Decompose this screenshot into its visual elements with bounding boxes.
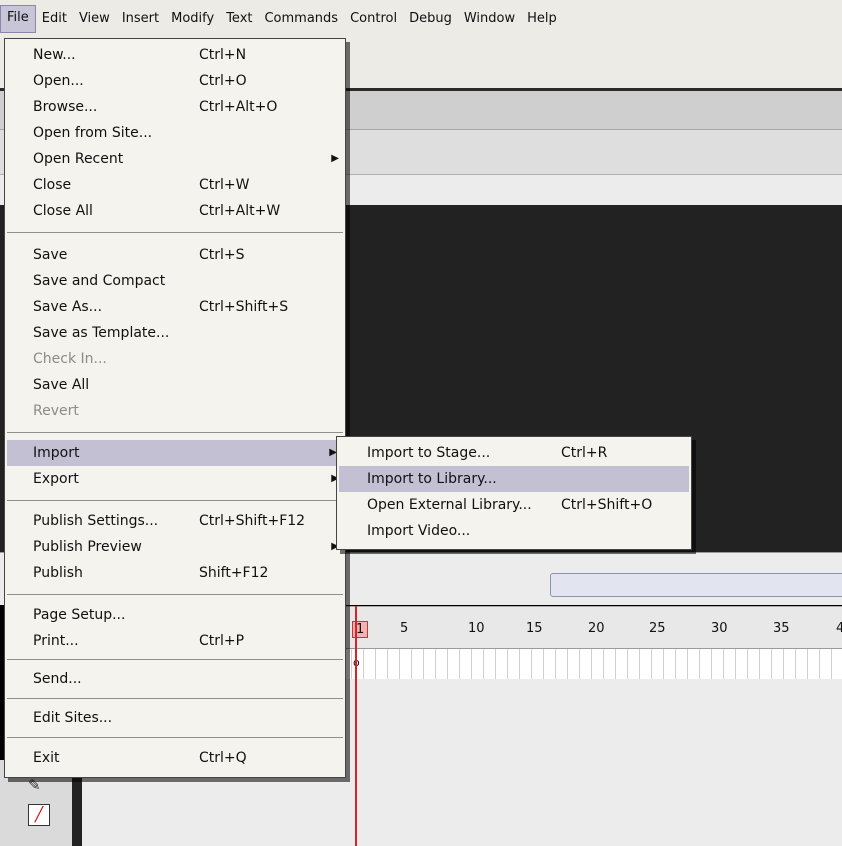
menu-view[interactable]: View xyxy=(73,6,116,32)
menu-insert[interactable]: Insert xyxy=(116,6,165,32)
menu-item-browse[interactable]: Browse... Ctrl+Alt+O xyxy=(5,94,345,120)
menu-item-import-to-library[interactable]: Import to Library... xyxy=(339,466,689,492)
pencil-icon[interactable]: ✎ xyxy=(28,776,41,794)
frame-number: 20 xyxy=(588,621,605,636)
menu-separator xyxy=(7,737,343,738)
menu-text[interactable]: Text xyxy=(220,6,258,32)
menu-item-save-as[interactable]: Save As... Ctrl+Shift+S xyxy=(5,294,345,320)
menu-item-save-as-template[interactable]: Save as Template... xyxy=(5,320,345,346)
menu-modify[interactable]: Modify xyxy=(165,6,220,32)
menu-debug[interactable]: Debug xyxy=(403,6,458,32)
menu-item-export[interactable]: Export ▶ xyxy=(5,466,345,492)
menu-item-publish-preview[interactable]: Publish Preview ▶ xyxy=(5,534,345,560)
frame-number: 4 xyxy=(836,621,842,636)
frame-number: 30 xyxy=(711,621,728,636)
menu-item-send[interactable]: Send... xyxy=(5,666,345,692)
menu-window[interactable]: Window xyxy=(458,6,521,32)
menu-item-open-recent[interactable]: Open Recent ▶ xyxy=(5,146,345,172)
menu-item-close-all[interactable]: Close All Ctrl+Alt+W xyxy=(5,198,345,224)
menu-item-check-in: Check In... xyxy=(33,351,107,367)
menu-item-import-video[interactable]: Import Video... xyxy=(337,518,691,544)
menu-item-revert: Revert xyxy=(33,403,79,419)
submenu-arrow-icon: ▶ xyxy=(331,153,339,164)
menu-item-save-and-compact[interactable]: Save and Compact xyxy=(5,268,345,294)
menu-edit[interactable]: Edit xyxy=(36,6,73,32)
frame-number: 25 xyxy=(649,621,666,636)
file-menu: New... Ctrl+N Open... Ctrl+O Browse... C… xyxy=(4,38,346,778)
menu-item-new[interactable]: New... Ctrl+N xyxy=(5,42,345,68)
stroke-color-icon[interactable]: ╱ xyxy=(28,804,50,826)
menu-help[interactable]: Help xyxy=(521,6,563,32)
menu-file[interactable]: File xyxy=(0,5,36,33)
menu-separator xyxy=(7,432,343,433)
menu-bar: File Edit View Insert Modify Text Comman… xyxy=(0,0,842,39)
menu-item-import-to-stage[interactable]: Import to Stage... Ctrl+R xyxy=(337,440,691,466)
frame-number: 35 xyxy=(773,621,790,636)
timeline-frames[interactable] xyxy=(340,648,842,680)
menu-item-edit-sites[interactable]: Edit Sites... xyxy=(5,705,345,731)
menu-separator xyxy=(7,698,343,699)
menu-item-publish[interactable]: Publish Shift+F12 xyxy=(5,560,345,586)
menu-item-open-external-library[interactable]: Open External Library... Ctrl+Shift+O xyxy=(337,492,691,518)
menu-item-open[interactable]: Open... Ctrl+O xyxy=(5,68,345,94)
menu-item-print[interactable]: Print... Ctrl+P xyxy=(5,628,345,654)
menu-item-open-from-site[interactable]: Open from Site... xyxy=(5,120,345,146)
import-submenu: Import to Stage... Ctrl+R Import to Libr… xyxy=(336,436,692,550)
frame-number: 5 xyxy=(400,621,409,636)
menu-item-import[interactable]: Import ▶ xyxy=(7,440,343,466)
horizontal-scrollbar[interactable] xyxy=(550,573,842,597)
menu-item-page-setup[interactable]: Page Setup... xyxy=(5,602,345,628)
menu-item-save-all[interactable]: Save All xyxy=(5,372,345,398)
frame-number: 15 xyxy=(526,621,543,636)
playhead[interactable] xyxy=(355,606,357,846)
menu-item-close[interactable]: Close Ctrl+W xyxy=(5,172,345,198)
menu-item-exit[interactable]: Exit Ctrl+Q xyxy=(5,745,345,771)
timeline-ruler[interactable]: 1 5 10 15 20 25 30 35 4 xyxy=(340,606,842,649)
menu-separator xyxy=(7,659,343,660)
frame-number: 10 xyxy=(468,621,485,636)
menu-commands[interactable]: Commands xyxy=(258,6,344,32)
menu-separator xyxy=(7,232,343,233)
menu-separator xyxy=(7,594,343,595)
menu-separator xyxy=(7,500,343,501)
flash-app-window: File Edit View Insert Modify Text Comman… xyxy=(0,0,842,846)
menu-item-publish-settings[interactable]: Publish Settings... Ctrl+Shift+F12 xyxy=(5,508,345,534)
menu-control[interactable]: Control xyxy=(344,6,403,32)
menu-item-save[interactable]: Save Ctrl+S xyxy=(5,242,345,268)
